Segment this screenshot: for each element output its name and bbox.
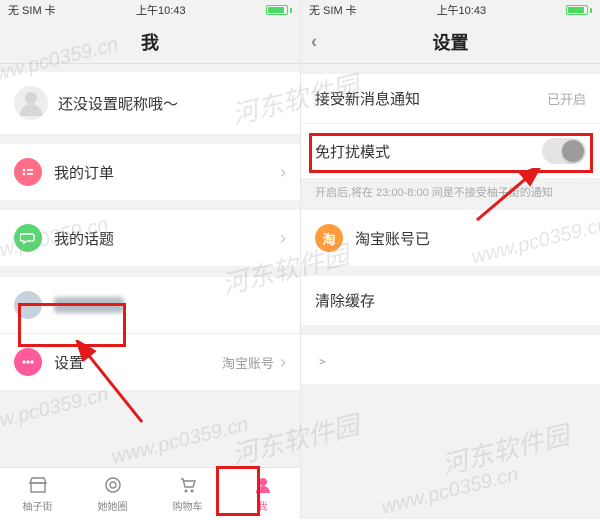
tab-tataquan[interactable]: 她她圈: [75, 468, 150, 519]
blurred-label: [54, 297, 124, 313]
row-label: 淘宝账号已: [355, 228, 586, 249]
row-label: 接受新消息通知: [315, 88, 420, 109]
row-right-text: 淘宝账号: [222, 353, 274, 372]
row-notifications[interactable]: 接受新消息通知 已开启: [301, 74, 600, 123]
tab-me[interactable]: 我: [225, 468, 300, 519]
row-label: 免打扰模式: [315, 141, 390, 162]
row-label: 设置: [54, 352, 222, 373]
navbar-settings: ‹ 设置: [301, 20, 600, 64]
navbar-me: 我: [0, 20, 300, 64]
store-icon: [27, 474, 49, 496]
battery-icon: [566, 5, 592, 15]
row-label: 我的订单: [54, 162, 280, 183]
status-text: 已开启: [547, 89, 586, 108]
row-taobao-account[interactable]: 淘 淘宝账号已: [301, 210, 600, 266]
tab-label: 购物车: [173, 498, 203, 513]
tab-bar: 柚子街 她她圈 购物车 我: [0, 467, 300, 519]
page-title: 设置: [433, 29, 469, 55]
row-label: ﹥: [315, 349, 330, 370]
row-dnd-mode[interactable]: 免打扰模式: [301, 123, 600, 178]
row-clear-cache[interactable]: 清除缓存: [301, 276, 600, 325]
circle-icon: [102, 474, 124, 496]
page-title: 我: [141, 29, 159, 55]
tab-label: 柚子街: [23, 498, 53, 513]
taobao-icon: 淘: [315, 224, 343, 252]
carrier-text: 无 SIM 卡: [8, 2, 56, 18]
chevron-right-icon: ›: [280, 352, 286, 373]
status-bar: 无 SIM 卡 上午10:43: [301, 0, 600, 20]
settings-icon: [14, 348, 42, 376]
phone-right: 无 SIM 卡 上午10:43 ‹ 设置 接受新消息通知 已开启 免打扰模式: [300, 0, 600, 519]
profile-row[interactable]: 还没设置昵称哦～: [0, 72, 300, 134]
row-my-topics[interactable]: 我的话题 ›: [0, 210, 300, 266]
tab-youzijie[interactable]: 柚子街: [0, 468, 75, 519]
me-icon: [252, 474, 274, 496]
tab-label: 她她圈: [98, 498, 128, 513]
tab-cart[interactable]: 购物车: [150, 468, 225, 519]
row-extra[interactable]: ﹥: [301, 335, 600, 384]
row-settings[interactable]: 设置 淘宝账号 ›: [0, 333, 300, 390]
topics-icon: [14, 224, 42, 252]
dnd-toggle[interactable]: [542, 138, 586, 164]
row-blurred[interactable]: [0, 276, 300, 333]
status-time: 上午10:43: [437, 2, 487, 18]
chevron-right-icon: ›: [280, 228, 286, 249]
phone-left: 无 SIM 卡 上午10:43 我 还没设置昵称哦～: [0, 0, 300, 519]
avatar-icon: [14, 86, 48, 120]
battery-icon: [266, 5, 292, 15]
cart-icon: [177, 474, 199, 496]
carrier-text: 无 SIM 卡: [309, 2, 357, 18]
row-my-orders[interactable]: 我的订单 ›: [0, 144, 300, 200]
status-bar: 无 SIM 卡 上午10:43: [0, 0, 300, 20]
dnd-hint: 开启后,将在 23:00-8:00 间是不接受柚子街的通知: [301, 178, 600, 210]
row-label: 清除缓存: [315, 290, 375, 311]
orders-icon: [14, 158, 42, 186]
status-time: 上午10:43: [136, 2, 186, 18]
blurred-icon: [14, 291, 42, 319]
profile-nickname: 还没设置昵称哦～: [58, 93, 178, 114]
back-icon[interactable]: ‹: [311, 31, 317, 52]
chevron-right-icon: ›: [280, 162, 286, 183]
tab-label: 我: [258, 498, 268, 513]
row-label: 我的话题: [54, 228, 280, 249]
